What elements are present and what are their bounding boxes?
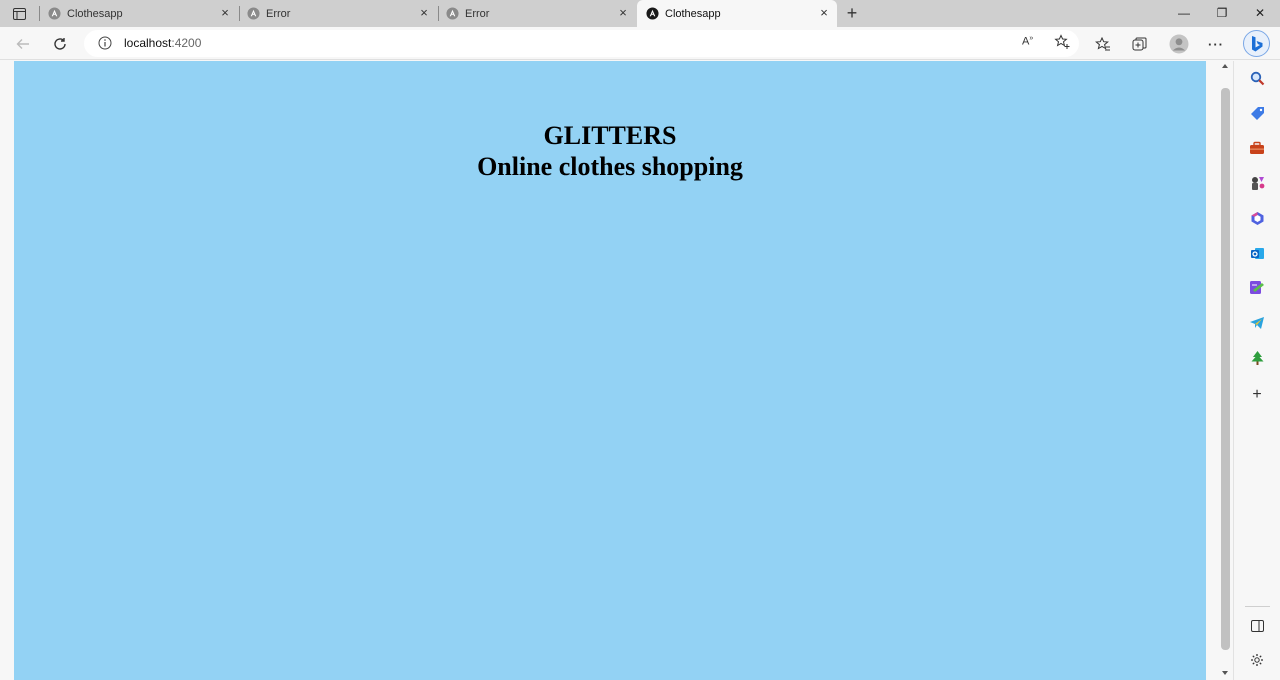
scroll-thumb[interactable] [1221, 88, 1230, 650]
tab-close-button[interactable]: × [616, 6, 630, 20]
vertical-scrollbar[interactable] [1218, 61, 1233, 680]
close-window-button[interactable]: ✕ [1241, 0, 1279, 27]
angular-icon [247, 7, 260, 20]
url-text: localhost:4200 [124, 36, 201, 50]
favorites-icon [1095, 36, 1110, 50]
tab-actions-icon [12, 8, 26, 20]
page-viewport: GLITTERS Online clothes shopping [0, 61, 1233, 680]
angular-icon [446, 7, 459, 20]
refresh-icon [54, 38, 66, 50]
bing-copilot-button[interactable] [1243, 30, 1270, 57]
search-icon[interactable] [1248, 69, 1266, 87]
tab-separator [239, 6, 240, 21]
split-screen-icon[interactable] [1248, 617, 1266, 635]
telegram-icon[interactable] [1248, 314, 1266, 332]
drop-icon[interactable] [1248, 279, 1266, 297]
url-host: localhost [124, 36, 172, 50]
tab-title: Clothesapp [67, 7, 123, 20]
info-icon[interactable] [98, 36, 112, 50]
angular-icon [646, 7, 659, 20]
tree-icon[interactable] [1248, 349, 1266, 367]
tab-strip: Clothesapp × Error × Error × Clothesapp … [0, 0, 1280, 27]
office-icon[interactable] [1248, 209, 1266, 227]
tools-icon[interactable] [1248, 139, 1266, 157]
tab-title: Error [465, 7, 490, 20]
profile-button[interactable] [1168, 33, 1190, 55]
shopping-tag-icon[interactable] [1248, 104, 1266, 122]
scroll-up-arrow[interactable] [1222, 64, 1228, 68]
tab-close-button[interactable]: × [817, 6, 831, 20]
favorites-button[interactable] [1092, 33, 1114, 55]
bing-icon [1251, 35, 1262, 51]
page-title: GLITTERS [543, 121, 677, 150]
tab-close-button[interactable]: × [417, 6, 431, 20]
tab-close-button[interactable]: × [218, 6, 232, 20]
url-port: :4200 [171, 36, 202, 50]
address-bar[interactable]: localhost:4200 A» [84, 30, 1079, 57]
page-content: GLITTERS Online clothes shopping [14, 61, 1206, 680]
tab-actions-button[interactable] [8, 5, 30, 23]
games-icon[interactable] [1248, 174, 1266, 192]
tab-title: Error [266, 7, 291, 20]
tab-separator [39, 6, 40, 21]
tab-title: Clothesapp [665, 7, 721, 20]
new-tab-button[interactable]: + [842, 3, 862, 23]
tab-separator [438, 6, 439, 21]
outlook-icon[interactable] [1248, 244, 1266, 262]
minimize-button[interactable]: — [1165, 0, 1203, 27]
settings-more-button[interactable]: ··· [1205, 33, 1227, 55]
collections-icon [1132, 37, 1147, 50]
tab-clothesapp-active[interactable]: Clothesapp × [637, 0, 837, 27]
tab-clothesapp-1[interactable]: Clothesapp × [48, 0, 238, 27]
back-button[interactable] [12, 33, 34, 55]
maximize-button[interactable]: ❐ [1203, 0, 1241, 27]
tab-error-2[interactable]: Error × [446, 0, 636, 27]
avatar-icon [1169, 34, 1189, 54]
tab-error-1[interactable]: Error × [247, 0, 437, 27]
refresh-button[interactable] [49, 33, 71, 55]
back-arrow-icon [16, 39, 29, 49]
sidebar-divider [1245, 606, 1270, 607]
read-aloud-icon[interactable]: A» [1022, 35, 1033, 48]
collections-button[interactable] [1129, 33, 1151, 55]
edge-sidebar: + [1233, 61, 1280, 680]
add-icon[interactable]: + [1248, 386, 1266, 404]
angular-icon [48, 7, 61, 20]
scroll-down-arrow[interactable] [1222, 671, 1228, 675]
settings-icon[interactable] [1248, 651, 1266, 669]
page-subtitle: Online clothes shopping [477, 152, 743, 181]
browser-toolbar: localhost:4200 A» ··· [0, 27, 1280, 60]
add-favorite-icon[interactable] [1054, 34, 1070, 55]
